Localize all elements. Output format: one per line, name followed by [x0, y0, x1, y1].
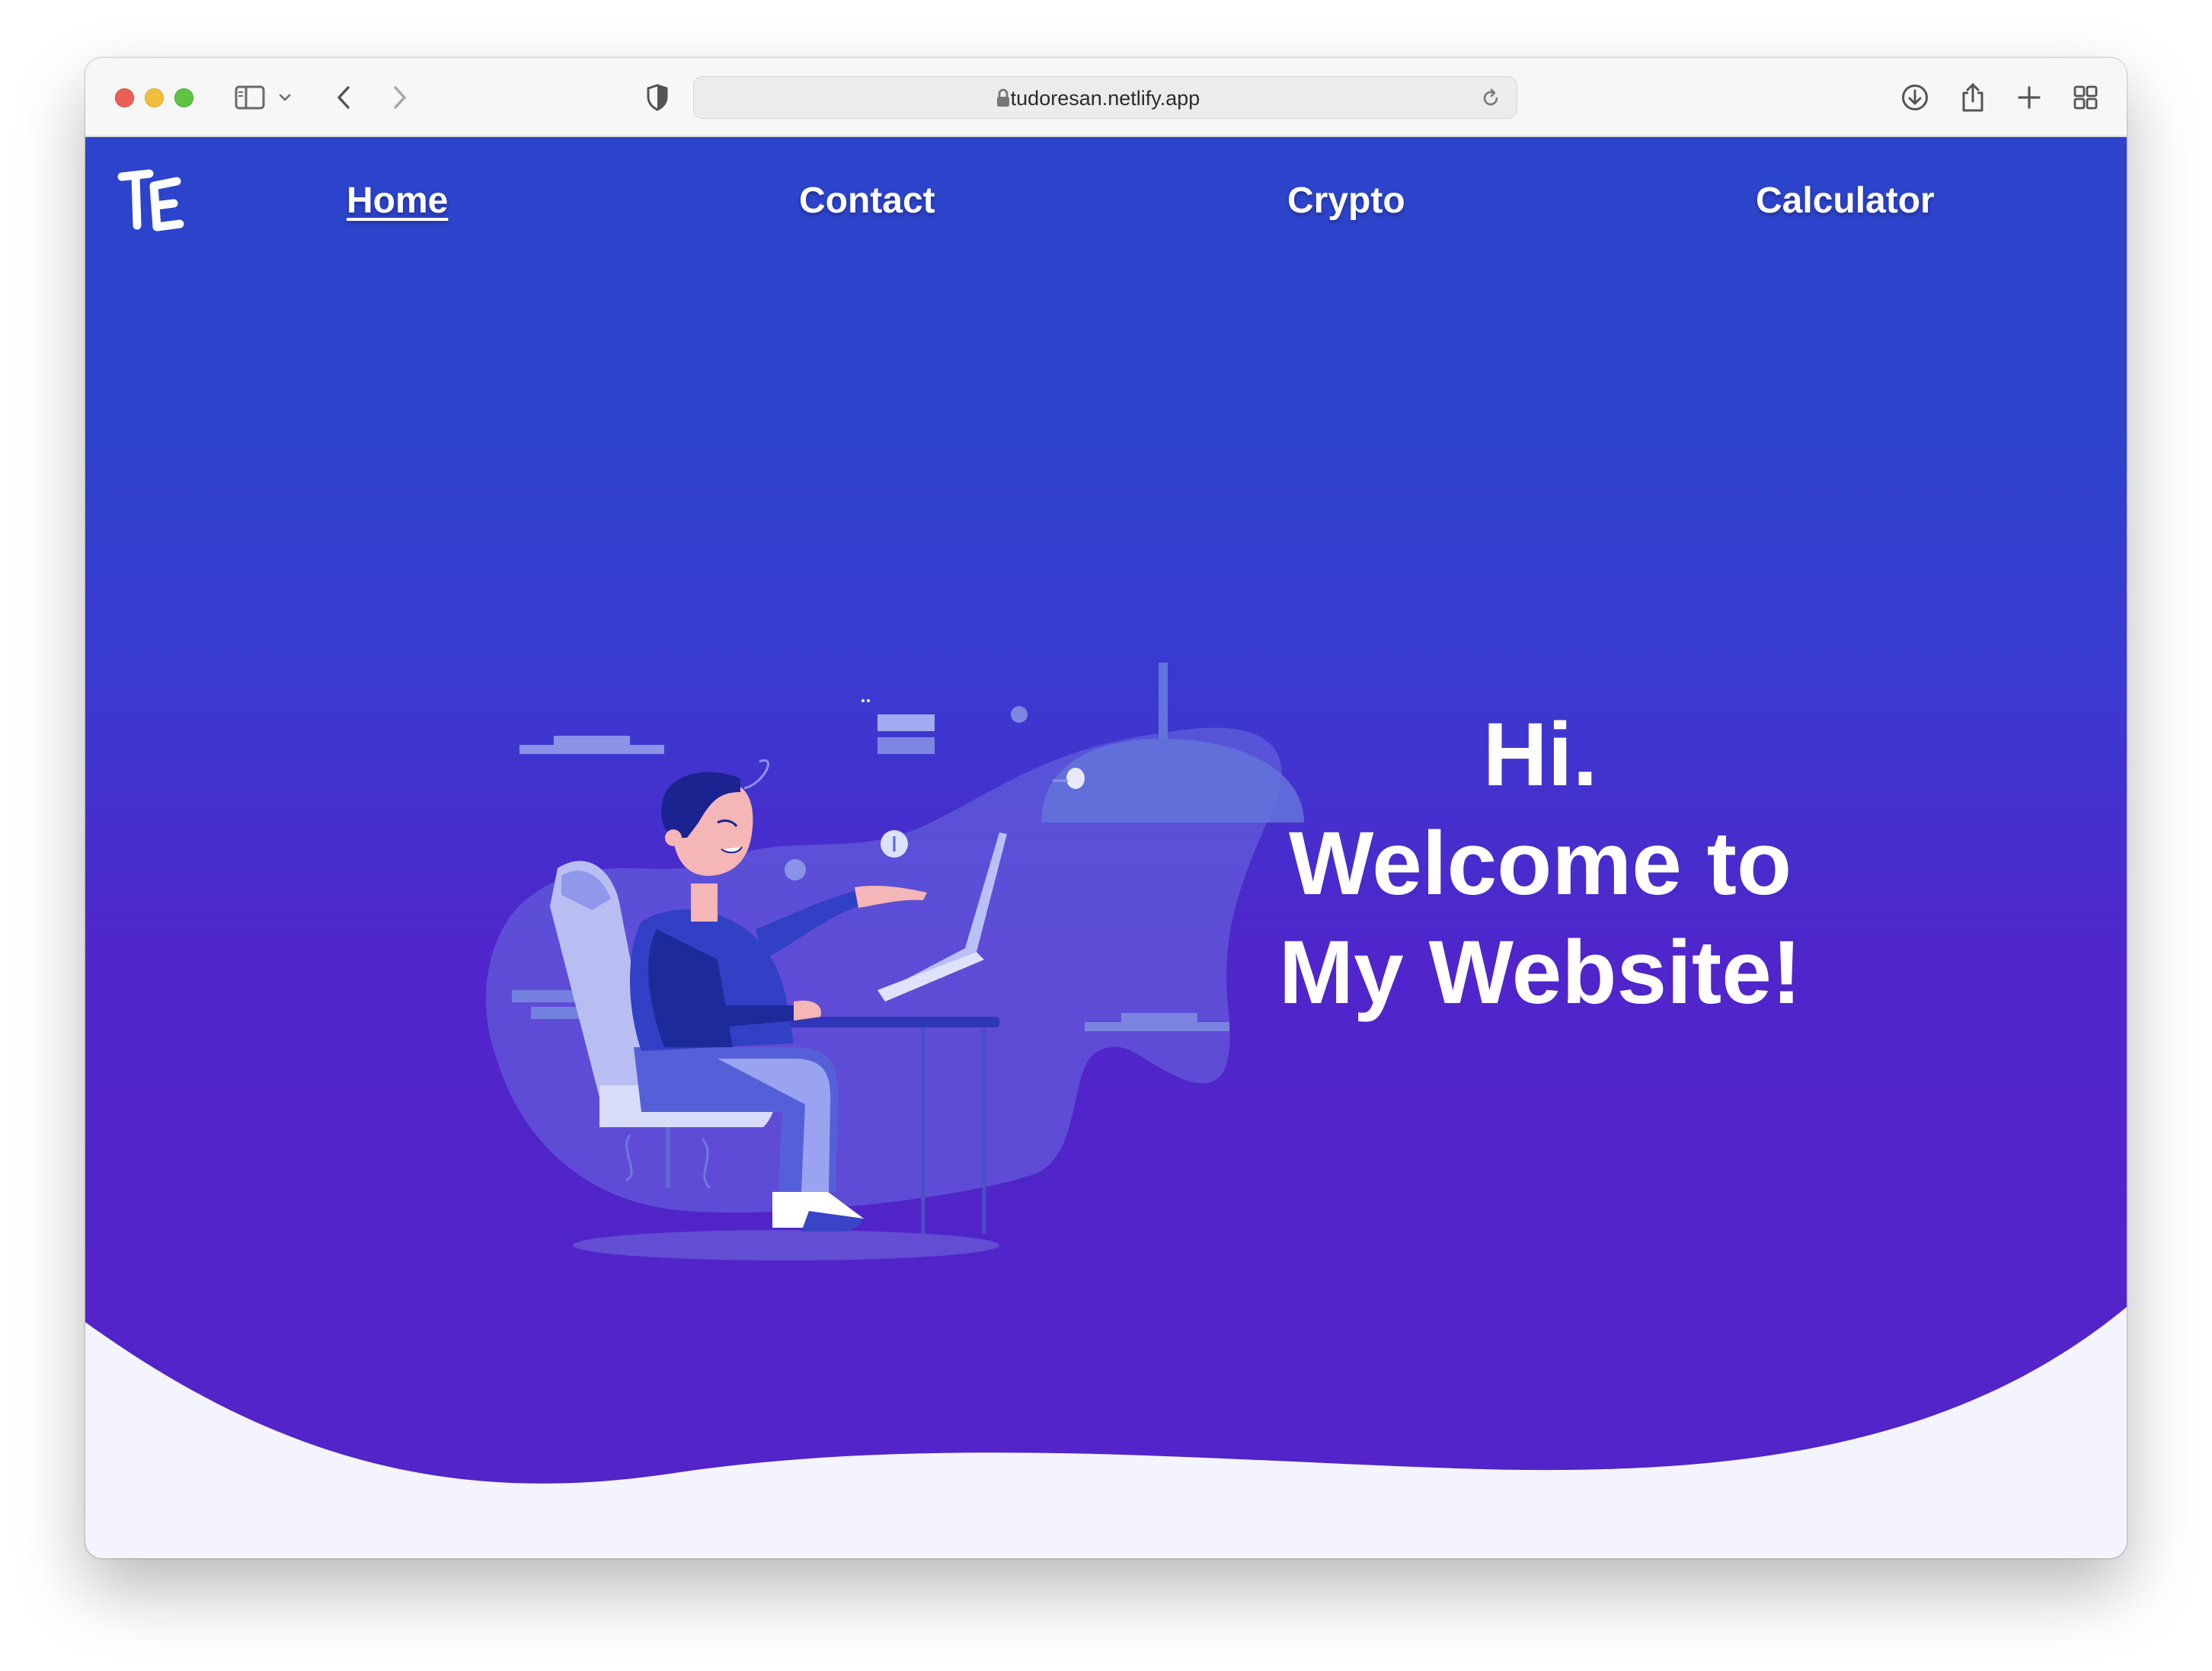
web-page: Home Contact Crypto Calculator Hi. Welco… [85, 137, 2127, 1558]
site-logo[interactable] [116, 166, 186, 238]
back-icon[interactable] [329, 81, 360, 114]
new-tab-icon[interactable] [2012, 81, 2046, 114]
hero-line-2: Welcome to [1288, 813, 1792, 914]
close-window-button[interactable] [115, 88, 134, 107]
shield-icon[interactable] [642, 81, 673, 114]
bottom-wave [85, 1307, 2127, 1558]
address-bar[interactable]: tudoresan.netlify.app [693, 76, 1517, 119]
tab-overview-icon[interactable] [2069, 81, 2102, 114]
url-text: tudoresan.netlify.app [1010, 87, 1200, 110]
nav-home-link[interactable]: Home [347, 178, 448, 224]
browser-window: tudoresan.netlify.app Home Contact Crypt… [85, 58, 2127, 1558]
reload-icon[interactable] [1480, 88, 1501, 113]
logo-te-mark [117, 169, 184, 232]
browser-toolbar: tudoresan.netlify.app [85, 58, 2127, 137]
nav-contact-link[interactable]: Contact [799, 178, 935, 224]
share-icon[interactable] [1956, 81, 1990, 114]
hero-line-1: Hi. [1482, 705, 1598, 805]
chevron-down-icon[interactable] [276, 81, 294, 114]
forward-icon[interactable] [384, 81, 414, 114]
sidebar-icon[interactable] [233, 81, 267, 114]
hero-line-3: My Website! [1278, 922, 1802, 1023]
nav-crypto-link[interactable]: Crypto [1287, 178, 1405, 224]
hero-heading: Hi. Welcome to My Website! [1258, 701, 1822, 1027]
minimize-window-button[interactable] [145, 88, 164, 107]
developer-at-desk-illustration [485, 663, 1304, 1260]
nav-calculator-link[interactable]: Calculator [1756, 178, 1935, 224]
download-icon[interactable] [1898, 81, 1932, 114]
zoom-window-button[interactable] [174, 88, 193, 107]
